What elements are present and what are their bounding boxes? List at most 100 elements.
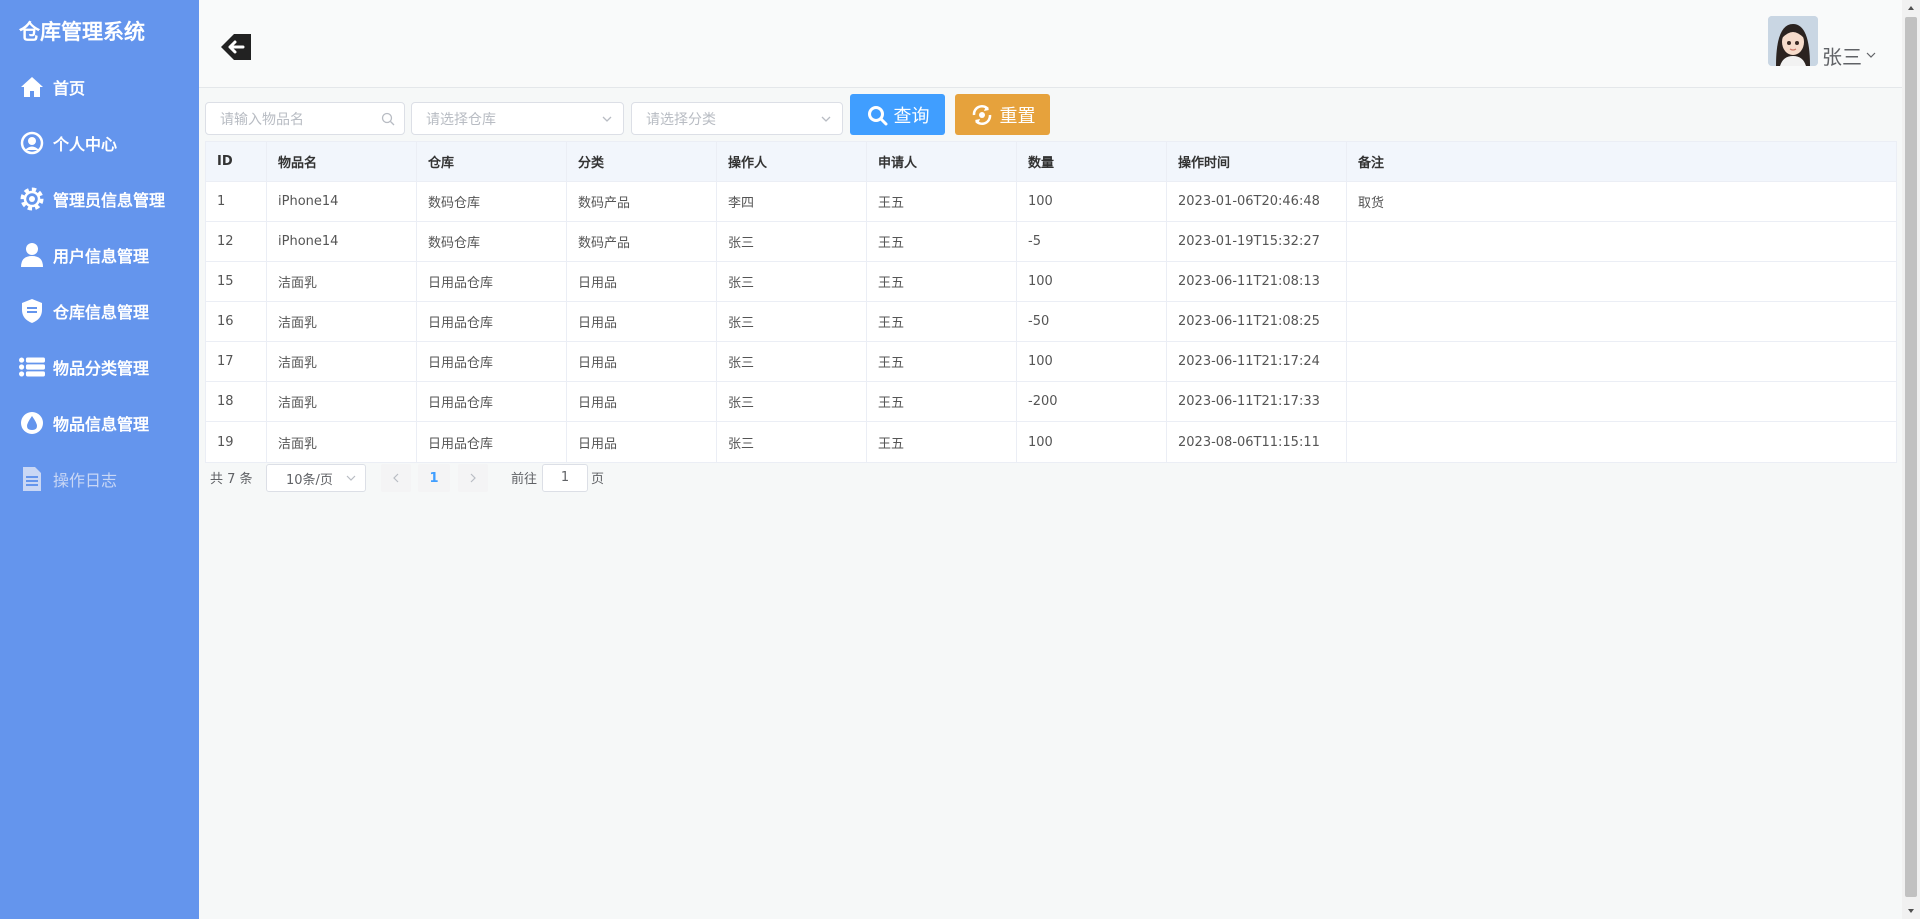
item-name-placeholder: 请输入物品名 — [220, 111, 304, 128]
cell-operation-time: 2023-06-11T21:08:25 — [1167, 302, 1347, 341]
cell-remark — [1347, 262, 1896, 301]
cell-category: 日用品 — [567, 422, 717, 462]
cell-item-name: 洁面乳 — [267, 262, 417, 301]
pagination-total: 共 7 条 — [210, 472, 253, 487]
cell-category: 数码产品 — [567, 182, 717, 221]
warehouse-select[interactable]: 请选择仓库 — [411, 102, 624, 135]
column-header-quantity[interactable]: 数量 — [1017, 142, 1167, 181]
user-name[interactable]: 张三 — [1822, 41, 1862, 70]
column-header-item-name[interactable]: 物品名 — [267, 142, 417, 181]
table-row[interactable]: 12 iPhone14 数码仓库 数码产品 张三 王五 -5 2023-01-1… — [206, 222, 1896, 262]
list-icon — [19, 354, 45, 380]
chevron-down-icon — [821, 116, 831, 122]
sidebar-item-label: 个人中心 — [53, 135, 118, 154]
column-header-operator[interactable]: 操作人 — [717, 142, 867, 181]
cell-category: 日用品 — [567, 382, 717, 421]
cell-applicant: 王五 — [867, 182, 1017, 221]
prev-page-button[interactable] — [381, 464, 411, 492]
page-size-select[interactable]: 10条/页 — [266, 464, 366, 492]
cell-id: 19 — [206, 422, 267, 462]
cell-remark — [1347, 422, 1896, 462]
cell-operator: 李四 — [717, 182, 867, 221]
cell-quantity: -5 — [1017, 222, 1167, 261]
sidebar-item-user-management[interactable]: 用户信息管理 — [19, 237, 149, 273]
cell-quantity: 100 — [1017, 182, 1167, 221]
drop-icon — [19, 410, 45, 436]
cell-category: 日用品 — [567, 302, 717, 341]
scrollbar-thumb[interactable] — [1905, 17, 1917, 897]
cell-applicant: 王五 — [867, 222, 1017, 261]
home-icon — [19, 74, 45, 100]
reset-button[interactable]: 重置 — [955, 94, 1050, 135]
cell-warehouse: 日用品仓库 — [417, 422, 567, 462]
sidebar-item-item-management[interactable]: 物品信息管理 — [19, 405, 149, 441]
table-row[interactable]: 17 洁面乳 日用品仓库 日用品 张三 王五 100 2023-06-11T21… — [206, 342, 1896, 382]
sidebar-item-label: 仓库信息管理 — [53, 303, 150, 322]
sidebar-item-label: 首页 — [53, 79, 86, 98]
cell-item-name: 洁面乳 — [267, 342, 417, 381]
table-header: ID 物品名 仓库 分类 操作人 申请人 数量 操作时间 备注 — [206, 142, 1896, 182]
table-row[interactable]: 1 iPhone14 数码仓库 数码产品 李四 王五 100 2023-01-0… — [206, 182, 1896, 222]
sidebar-item-label: 物品分类管理 — [53, 359, 150, 378]
cell-id: 16 — [206, 302, 267, 341]
sidebar-item-warehouse-management[interactable]: 仓库信息管理 — [19, 293, 149, 329]
table-row[interactable]: 19 洁面乳 日用品仓库 日用品 张三 王五 100 2023-08-06T11… — [206, 422, 1896, 462]
table-row[interactable]: 15 洁面乳 日用品仓库 日用品 张三 王五 100 2023-06-11T21… — [206, 262, 1896, 302]
cell-remark — [1347, 222, 1896, 261]
query-button[interactable]: 查询 — [850, 94, 945, 135]
sidebar-item-category-management[interactable]: 物品分类管理 — [19, 349, 149, 385]
column-header-id[interactable]: ID — [206, 142, 267, 181]
column-header-operation-time[interactable]: 操作时间 — [1167, 142, 1347, 181]
page-unit-label: 页 — [591, 472, 605, 487]
next-page-button[interactable] — [458, 464, 488, 492]
cell-quantity: -200 — [1017, 382, 1167, 421]
column-header-category[interactable]: 分类 — [567, 142, 717, 181]
cell-id: 17 — [206, 342, 267, 381]
goto-page-input[interactable]: 1 — [542, 464, 588, 492]
cell-id: 12 — [206, 222, 267, 261]
category-select[interactable]: 请选择分类 — [631, 102, 843, 135]
page-number-button[interactable]: 1 — [418, 464, 450, 492]
chevron-left-icon — [393, 473, 399, 483]
cell-operation-time: 2023-08-06T11:15:11 — [1167, 422, 1347, 462]
table-row[interactable]: 18 洁面乳 日用品仓库 日用品 张三 王五 -200 2023-06-11T2… — [206, 382, 1896, 422]
top-header — [199, 0, 1902, 88]
cell-operator: 张三 — [717, 302, 867, 341]
cell-warehouse: 日用品仓库 — [417, 302, 567, 341]
arrow-left-icon — [221, 34, 251, 60]
reset-button-label: 重置 — [999, 105, 1036, 127]
sidebar-item-admin-management[interactable]: 管理员信息管理 — [19, 181, 165, 217]
column-header-remark[interactable]: 备注 — [1347, 142, 1896, 181]
cell-remark: 取货 — [1358, 196, 1385, 211]
sidebar-item-label: 用户信息管理 — [53, 247, 150, 266]
back-button[interactable] — [219, 30, 253, 64]
sidebar-item-home[interactable]: 首页 — [19, 69, 85, 105]
sidebar-item-operation-log[interactable]: 操作日志 — [19, 461, 117, 497]
page-size-value: 10条/页 — [286, 472, 333, 488]
scroll-up-icon[interactable] — [1906, 3, 1916, 13]
cell-warehouse: 数码仓库 — [417, 182, 567, 221]
cell-operation-time: 2023-01-19T15:32:27 — [1167, 222, 1347, 261]
avatar[interactable] — [1768, 16, 1818, 66]
cell-operation-time: 2023-01-06T20:46:48 — [1167, 182, 1347, 221]
cell-id: 15 — [206, 262, 267, 301]
cell-operation-time: 2023-06-11T21:17:24 — [1167, 342, 1347, 381]
cell-id: 1 — [206, 182, 267, 221]
item-name-search-input[interactable]: 请输入物品名 — [205, 102, 405, 135]
cell-quantity: -50 — [1017, 302, 1167, 341]
column-header-warehouse[interactable]: 仓库 — [417, 142, 567, 181]
sidebar-item-profile[interactable]: 个人中心 — [19, 125, 117, 161]
cell-applicant: 王五 — [867, 262, 1017, 301]
scroll-down-icon[interactable] — [1906, 906, 1916, 916]
cell-quantity: 100 — [1017, 422, 1167, 462]
column-header-applicant[interactable]: 申请人 — [867, 142, 1017, 181]
cell-operation-time: 2023-06-11T21:17:33 — [1167, 382, 1347, 421]
chevron-down-icon[interactable] — [1864, 48, 1878, 62]
refresh-icon — [972, 104, 991, 125]
cell-item-name: iPhone14 — [267, 182, 417, 221]
table-row[interactable]: 16 洁面乳 日用品仓库 日用品 张三 王五 -50 2023-06-11T21… — [206, 302, 1896, 342]
cell-remark — [1347, 342, 1896, 381]
cell-remark — [1347, 302, 1896, 341]
gear-icon — [19, 186, 45, 212]
cell-item-name: 洁面乳 — [267, 422, 417, 462]
